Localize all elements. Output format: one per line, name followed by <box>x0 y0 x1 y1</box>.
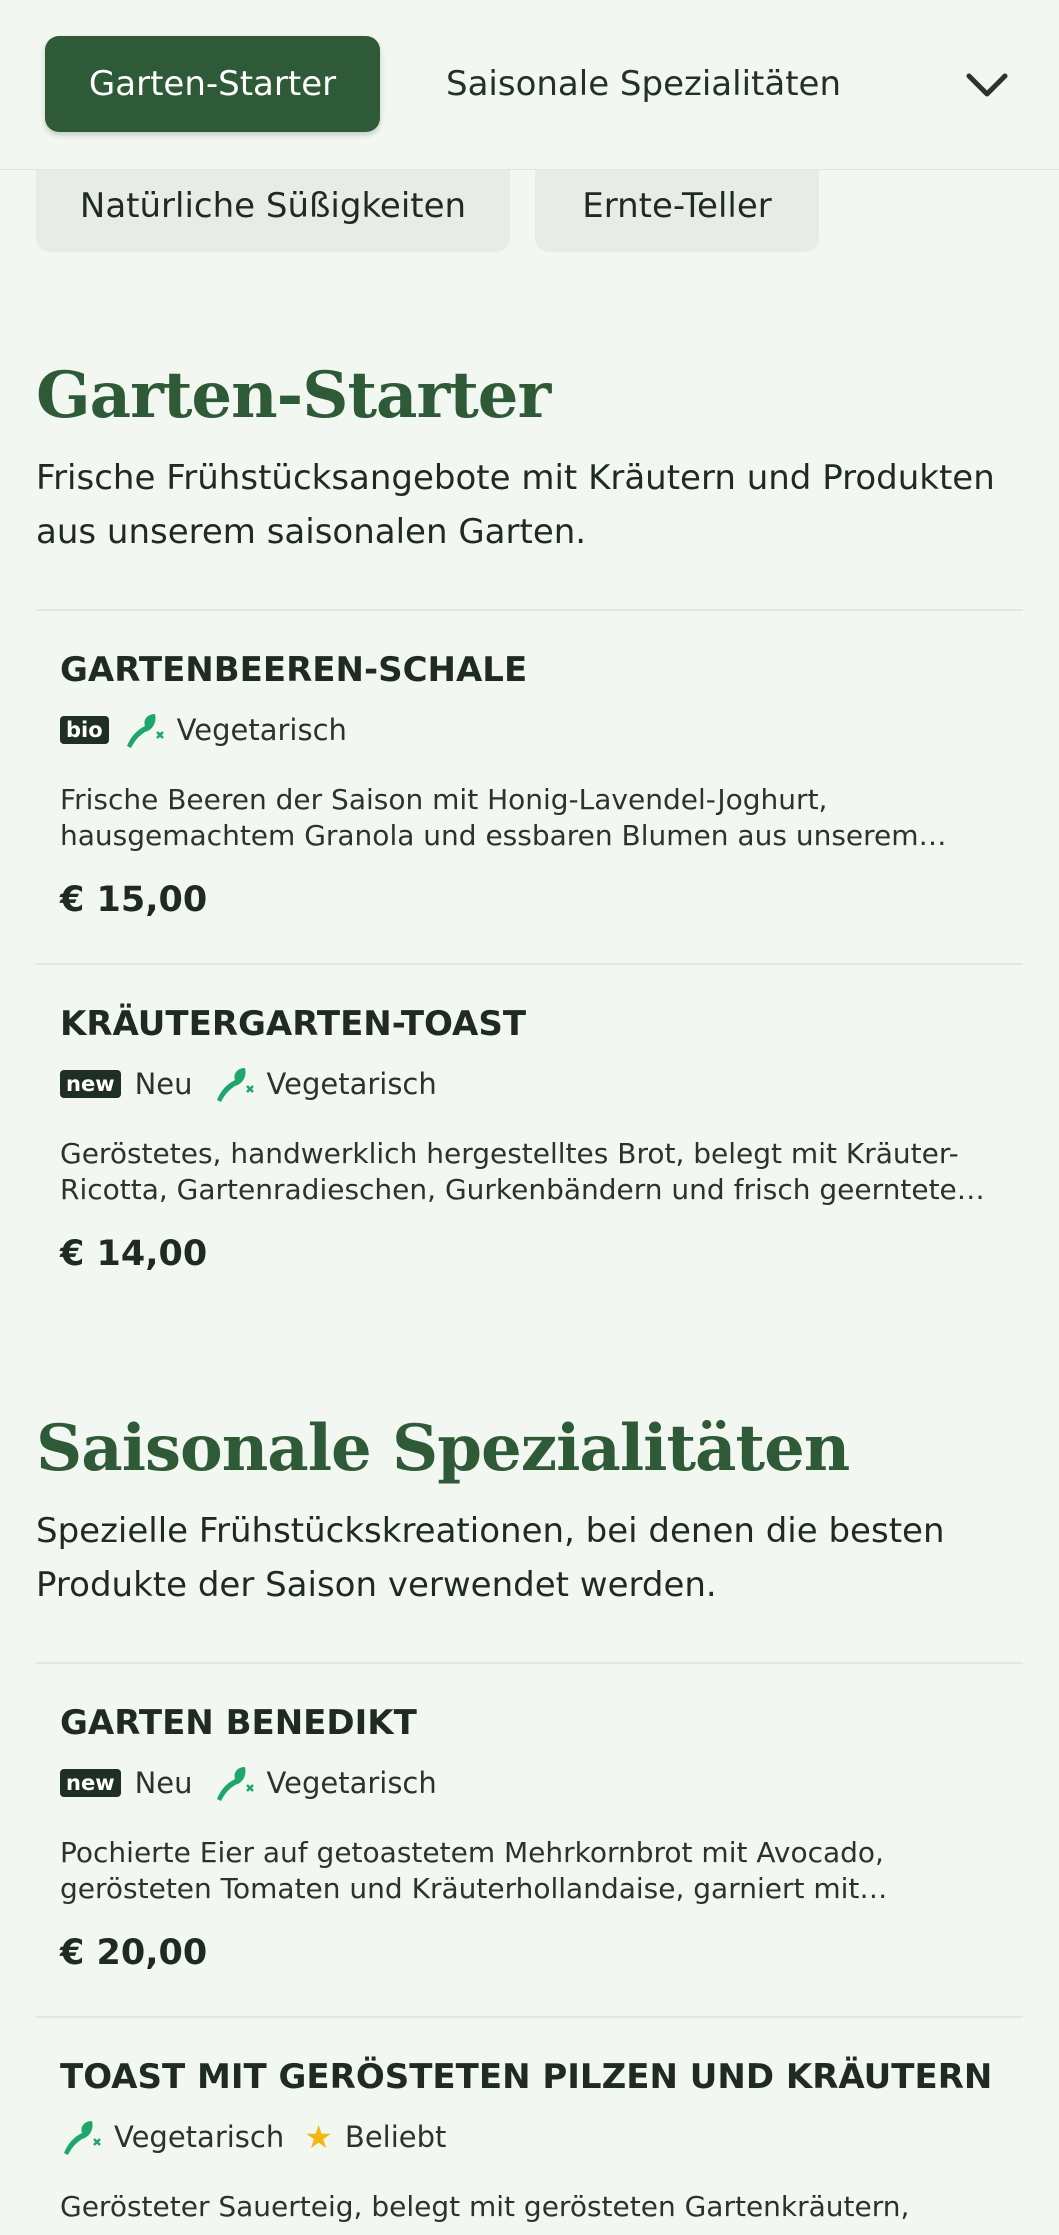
section-title: Saisonale Spezialitäten <box>36 1411 850 1486</box>
menu-item-price: € 14,00 <box>60 1234 208 1274</box>
menu-item-description: Geröstetes, handwerklich hergestelltes B… <box>60 1137 985 1206</box>
item-tags: new Neu Vegetarisch <box>60 1763 457 1803</box>
divider <box>36 2016 1023 2018</box>
tag-vegetarisch: Vegetarisch <box>266 1067 437 1101</box>
tag-vegetarisch: Vegetarisch <box>266 1766 437 1800</box>
tag-vegetarisch: Vegetarisch <box>176 713 347 747</box>
tab-natuerliche-suessigkeiten[interactable]: Natürliche Süßigkeiten <box>36 160 510 252</box>
tab-saisonale-spezialitaeten[interactable]: Saisonale Spezialitäten <box>446 36 841 132</box>
menu-item-name[interactable]: TOAST MIT GERÖSTETEN PILZEN UND KRÄUTERN <box>60 2057 992 2097</box>
divider <box>36 1662 1023 1664</box>
vegetarian-leaf-icon <box>216 1767 254 1801</box>
tag-neu: Neu <box>134 1766 193 1800</box>
menu-item-description: Pochierte Eier auf getoastetem Mehrkornb… <box>60 1836 888 1905</box>
item-tags: Vegetarisch ★ Beliebt <box>60 2117 466 2157</box>
menu-item-description: Gerösteter Sauerteig, belegt mit geröste… <box>60 2190 910 2223</box>
category-nav: Garten-Starter Saisonale Spezialitäten <box>0 0 1059 170</box>
section-description: Spezielle Frühstückskreationen, bei dene… <box>36 1511 945 1605</box>
vegetarian-leaf-icon <box>64 2121 101 2155</box>
menu-item-name[interactable]: GARTENBEEREN-SCHALE <box>60 650 527 690</box>
new-badge: new <box>60 1070 121 1098</box>
chevron-down-icon[interactable] <box>962 60 1012 110</box>
item-tags: new Neu Vegetarisch <box>60 1064 457 1104</box>
section-title: Garten-Starter <box>36 358 551 433</box>
item-tags: bio Vegetarisch <box>60 710 367 750</box>
tag-beliebt: Beliebt <box>344 2120 447 2154</box>
tag-vegetarisch: Vegetarisch <box>114 2120 285 2154</box>
star-icon: ★ <box>304 2118 333 2156</box>
menu-item-price: € 15,00 <box>60 880 208 920</box>
menu-item-description: Frische Beeren der Saison mit Honig-Lave… <box>60 783 947 852</box>
divider <box>36 963 1023 965</box>
bio-badge: bio <box>60 716 109 744</box>
menu-item-price: € 20,00 <box>60 1933 208 1973</box>
new-badge: new <box>60 1769 121 1797</box>
vegetarian-leaf-icon <box>126 714 164 748</box>
section-description: Frische Frühstücksangebote mit Kräutern … <box>36 458 995 552</box>
menu-item-name[interactable]: GARTEN BENEDIKT <box>60 1703 417 1743</box>
tag-neu: Neu <box>134 1067 193 1101</box>
tab-garten-starter[interactable]: Garten-Starter <box>45 36 380 132</box>
menu-item-name[interactable]: KRÄUTERGARTEN-TOAST <box>60 1004 526 1044</box>
tab-ernte-teller[interactable]: Ernte-Teller <box>535 160 819 252</box>
vegetarian-leaf-icon <box>216 1068 254 1102</box>
divider <box>36 609 1023 611</box>
